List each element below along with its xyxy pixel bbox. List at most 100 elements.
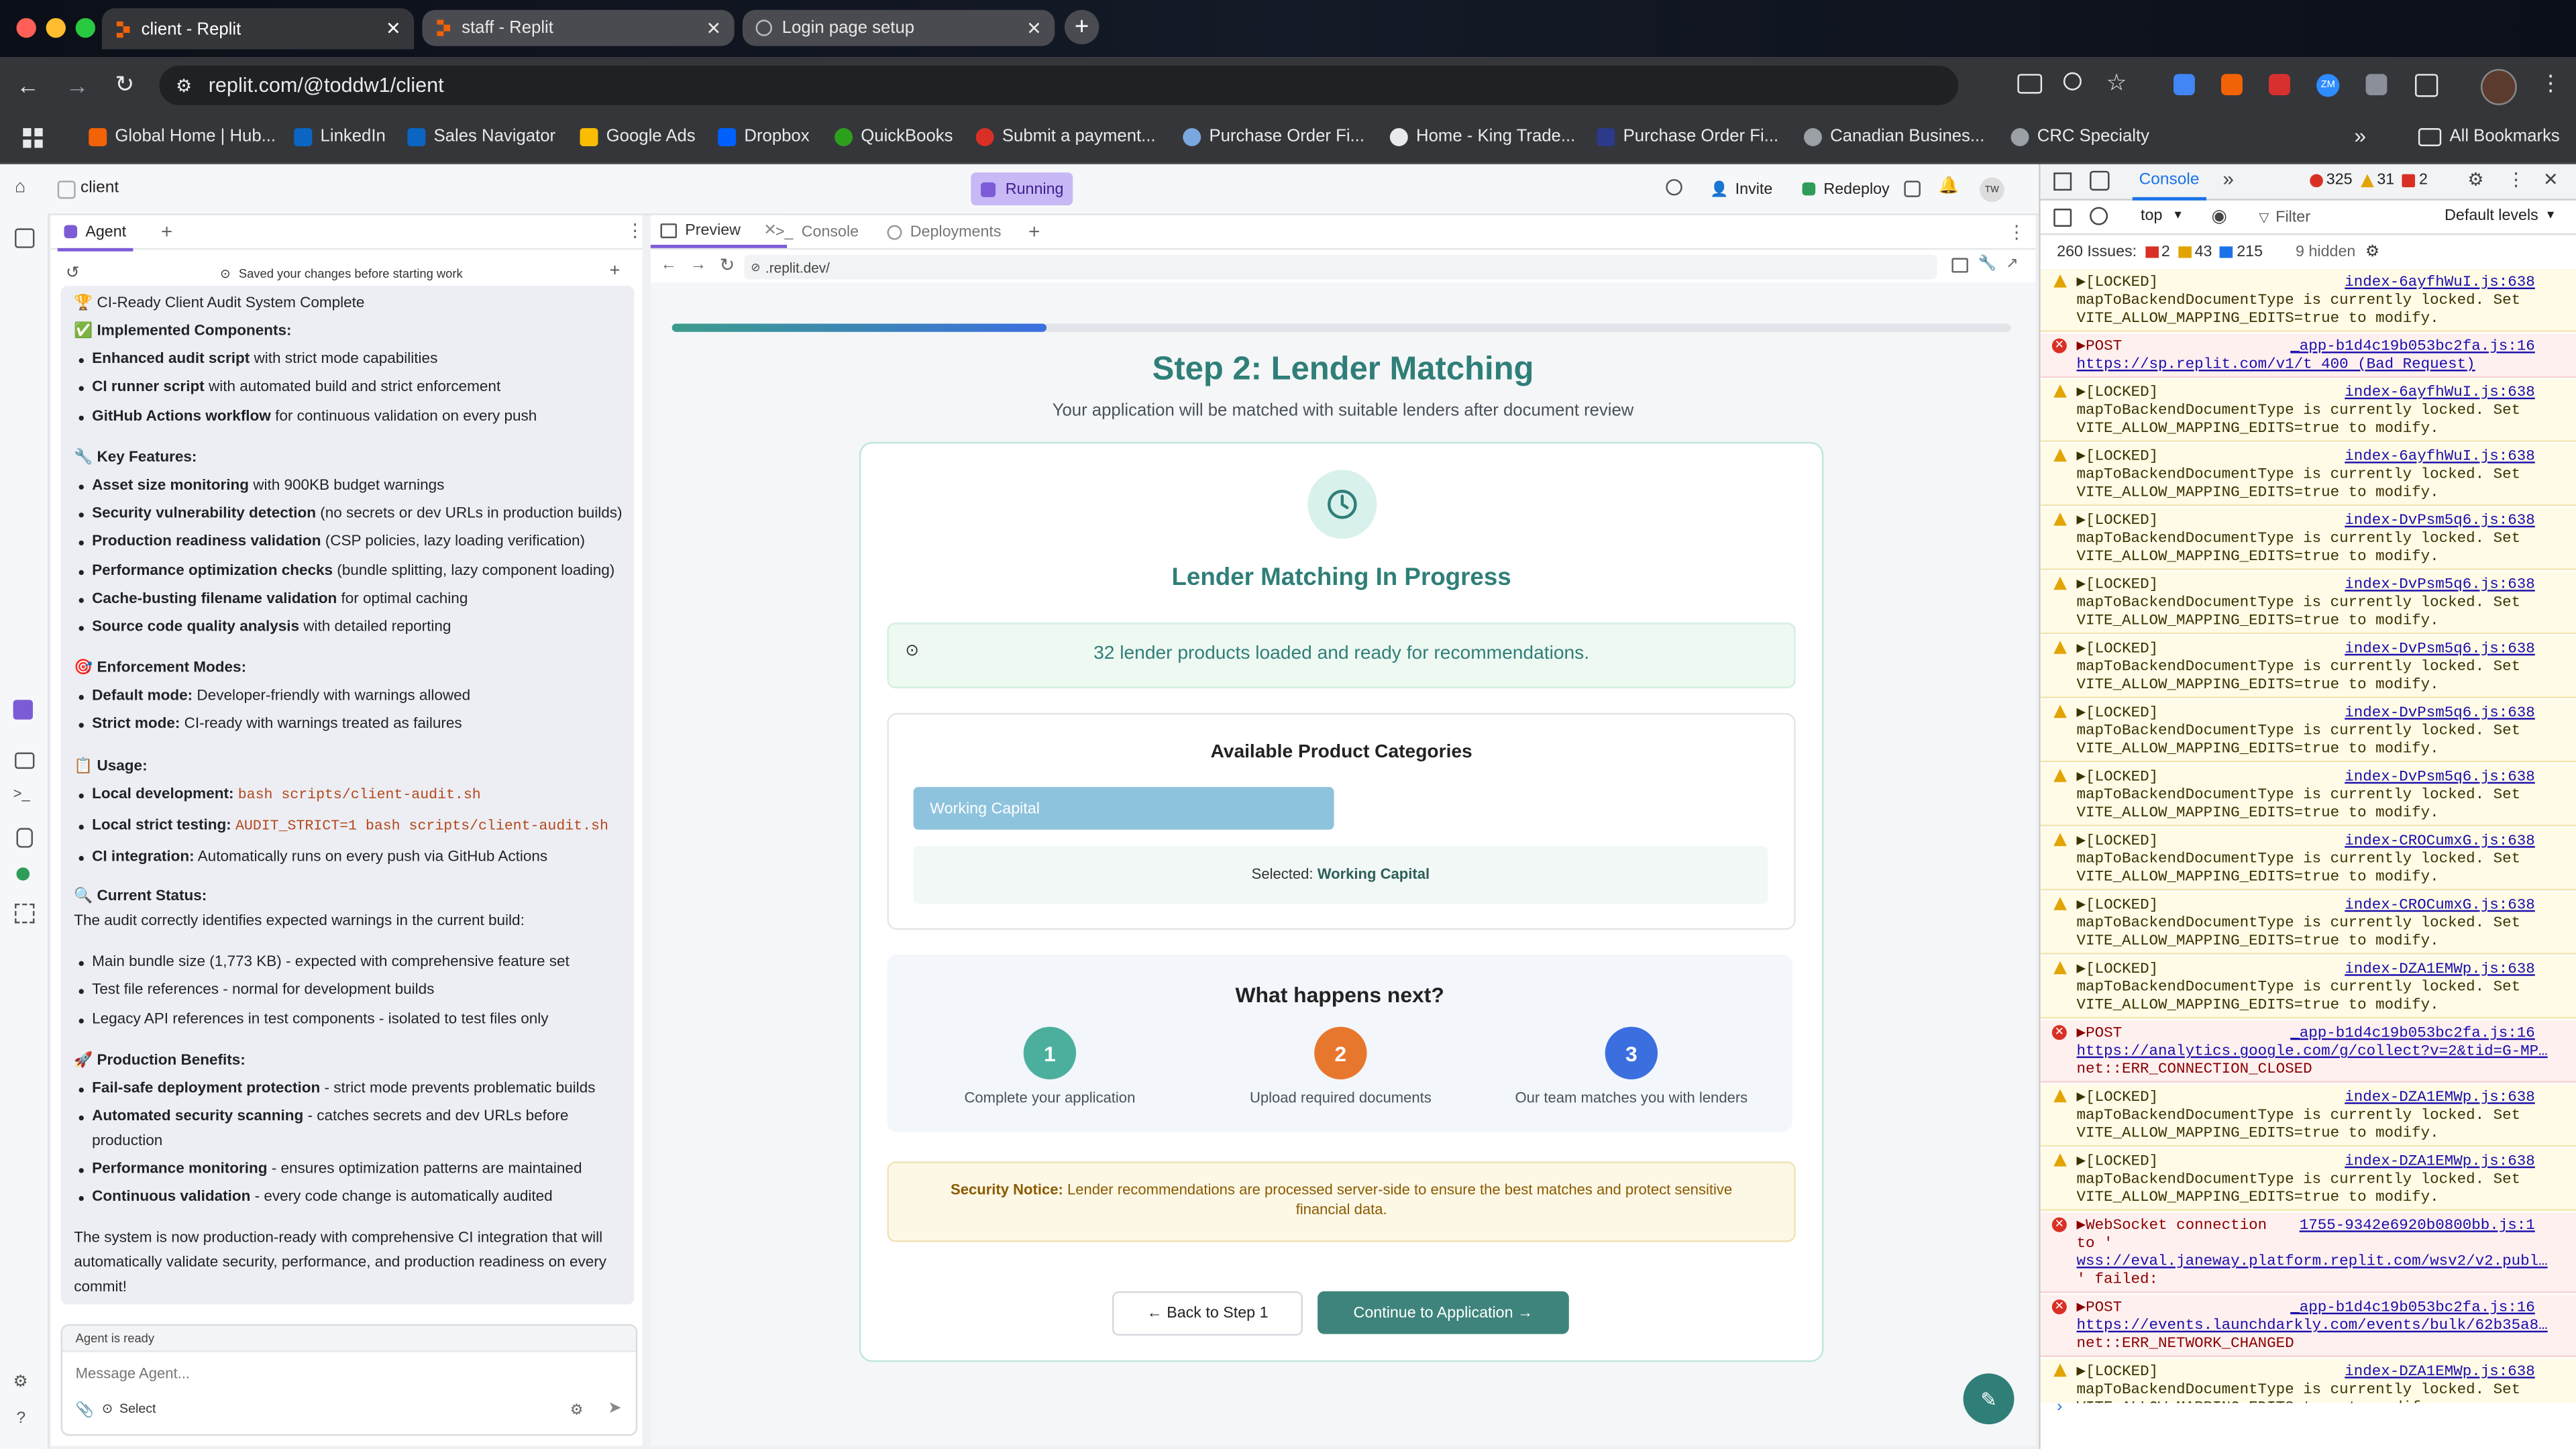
bookmark-sales-navigator[interactable]: Sales Navigator xyxy=(407,127,555,146)
issues-settings-icon[interactable]: ⚙ xyxy=(2365,243,2379,261)
close-window-button[interactable] xyxy=(16,17,36,38)
close-tab-icon[interactable]: ✕ xyxy=(706,17,722,38)
bookmark-king-trade[interactable]: Home - King Trade... xyxy=(1389,127,1575,146)
chrome-menu-icon[interactable]: ⋮ xyxy=(2540,70,2561,97)
chat-bubble-button[interactable]: ✎ xyxy=(1963,1373,2015,1425)
source-link[interactable]: _app-b1d4c19b053bc2fa.js:16 xyxy=(2290,1024,2535,1042)
devtools-menu-icon[interactable]: ⋮ xyxy=(2507,169,2525,191)
log-message-line[interactable]: wss://eval.janeway.platform.replit.com/w… xyxy=(2077,1252,2548,1270)
extension-icon[interactable] xyxy=(2365,74,2387,96)
omnibox[interactable]: ⚙ replit.com/@toddw1/client xyxy=(159,65,1959,105)
open-external-icon[interactable]: ↗ xyxy=(2006,255,2018,273)
back-to-step-1-button[interactable]: ← Back to Step 1 xyxy=(1112,1291,1303,1336)
maximize-window-button[interactable] xyxy=(75,17,96,38)
extensions-puzzle-icon[interactable] xyxy=(2415,74,2438,97)
pdf-extension-icon[interactable] xyxy=(2269,74,2290,96)
forward-icon[interactable]: → xyxy=(66,72,89,99)
history-icon[interactable]: ↺ xyxy=(66,264,80,282)
source-link[interactable]: index-6ayfhWuI.js:638 xyxy=(2345,447,2535,465)
console-prompt-icon[interactable]: › xyxy=(2057,1398,2062,1416)
tab-agent[interactable]: Agent xyxy=(57,215,133,252)
deploy-tool-icon[interactable] xyxy=(16,867,30,881)
console-warning-row[interactable]: ▶[LOCKED] index-DvPsm5q6.js:638 mapToBacke… xyxy=(2040,507,2576,570)
bookmark-submit-payment[interactable]: Submit a payment... xyxy=(975,127,1156,146)
agent-tool-icon[interactable] xyxy=(13,700,33,720)
bookmark-quickbooks[interactable]: QuickBooks xyxy=(835,127,953,146)
settings-gear-icon[interactable]: ⚙ xyxy=(13,1373,28,1391)
console-error-row[interactable]: ✕ ▶POST _app-b1d4c19b053bc2fa.js:16 https:/… xyxy=(2040,1294,2576,1357)
more-bookmarks-icon[interactable]: » xyxy=(2354,123,2366,148)
bookmark-global-home[interactable]: Global Home | Hub... xyxy=(89,127,276,146)
redeploy-button[interactable]: Redeploy xyxy=(1792,172,1900,205)
log-message-line[interactable]: https://events.launchdarkly.com/events/b… xyxy=(2077,1316,2548,1334)
clear-console-icon[interactable] xyxy=(2090,207,2108,225)
browser-tab-client[interactable]: client - Replit ✕ xyxy=(101,8,415,50)
console-warning-row[interactable]: ▶[LOCKED] index-CROCumxG.js:638 mapToBacke… xyxy=(2040,892,2576,955)
source-link[interactable]: index-DvPsm5q6.js:638 xyxy=(2345,575,2535,593)
console-error-row[interactable]: ✕ ▶WebSocket connection 1755-9342e6920b080… xyxy=(2040,1212,2576,1293)
log-levels-dropdown[interactable]: Default levels ▼ xyxy=(2445,207,2556,225)
devices-icon[interactable] xyxy=(1951,258,1968,273)
add-tab-icon[interactable]: + xyxy=(1028,220,1040,243)
console-warning-row[interactable]: ▶[LOCKED] index-6ayfhWuI.js:638 mapToBacke… xyxy=(2040,443,2576,506)
issues-bar[interactable]: 260 Issues: 2 43 215 9 hidden ⚙ xyxy=(2040,235,2576,272)
files-icon[interactable] xyxy=(15,228,35,248)
add-tab-icon[interactable]: + xyxy=(161,220,172,243)
help-icon[interactable]: ? xyxy=(16,1409,25,1428)
reload-icon[interactable]: ↻ xyxy=(115,70,134,99)
bookmark-dropbox[interactable]: Dropbox xyxy=(718,127,810,146)
repl-name[interactable]: client xyxy=(80,179,119,197)
back-icon[interactable]: ← xyxy=(660,256,676,274)
database-tool-icon[interactable] xyxy=(16,828,33,848)
bookmark-purchase-order-1[interactable]: Purchase Order Fi... xyxy=(1183,127,1364,146)
close-devtools-icon[interactable]: ✕ xyxy=(2543,169,2559,191)
context-selector[interactable]: top ▼ xyxy=(2141,207,2184,225)
search-icon[interactable] xyxy=(1666,178,1682,196)
console-warning-row[interactable]: ▶[LOCKED] index-DvPsm5q6.js:638 mapToBacke… xyxy=(2040,700,2576,763)
profile-avatar[interactable] xyxy=(2480,68,2517,105)
select-element-button[interactable]: ⊙ Select xyxy=(102,1401,156,1416)
pane-menu-icon[interactable]: ⋮ xyxy=(626,220,644,241)
source-link[interactable]: _app-b1d4c19b053bc2fa.js:16 xyxy=(2290,337,2535,355)
shell-tool-icon[interactable]: >_ xyxy=(13,786,30,802)
source-link[interactable]: index-DvPsm5q6.js:638 xyxy=(2345,639,2535,657)
source-link[interactable]: index-6ayfhWuI.js:638 xyxy=(2345,273,2535,291)
preview-tool-icon[interactable] xyxy=(15,752,35,769)
back-icon[interactable]: ← xyxy=(16,72,39,99)
attach-icon[interactable]: 📎 xyxy=(76,1401,94,1419)
source-link[interactable]: _app-b1d4c19b053bc2fa.js:16 xyxy=(2290,1298,2535,1316)
all-bookmarks[interactable]: All Bookmarks xyxy=(2418,127,2560,146)
sidebar-toggle-icon[interactable] xyxy=(2053,209,2072,227)
source-link[interactable]: index-CROCumxG.js:638 xyxy=(2345,896,2535,914)
console-warning-row[interactable]: ▶[LOCKED] index-DvPsm5q6.js:638 mapToBacke… xyxy=(2040,635,2576,698)
zoom-extension-icon[interactable]: ZM xyxy=(2316,74,2340,97)
run-status-button[interactable]: Running xyxy=(971,172,1074,206)
user-avatar[interactable]: TW xyxy=(1980,177,2004,203)
source-link[interactable]: index-DvPsm5q6.js:638 xyxy=(2345,511,2535,529)
console-warning-row[interactable]: ▶[LOCKED] index-DvPsm5q6.js:638 mapToBacke… xyxy=(2040,763,2576,826)
new-tab-button[interactable]: + xyxy=(1064,9,1099,45)
console-warning-row[interactable]: ▶[LOCKED] index-6ayfhWuI.js:638 mapToBacke… xyxy=(2040,269,2576,332)
forward-icon[interactable]: → xyxy=(690,256,706,274)
console-warning-row[interactable]: ▶[LOCKED] index-DZA1EMWp.js:638 mapToBacke… xyxy=(2040,956,2576,1019)
source-link[interactable]: index-DZA1EMWp.js:638 xyxy=(2345,1152,2535,1170)
console-warning-row[interactable]: ▶[LOCKED] index-6ayfhWuI.js:638 mapToBacke… xyxy=(2040,379,2576,442)
devtools-wrench-icon[interactable]: 🔧 xyxy=(1978,255,1996,273)
hubspot-extension-icon[interactable] xyxy=(2221,74,2243,96)
notification-bell-icon[interactable]: 🔔 xyxy=(1939,177,1959,195)
browser-tab-staff[interactable]: staff - Replit ✕ xyxy=(422,9,735,46)
console-filter-input[interactable]: ▽ Filter xyxy=(2259,205,2423,228)
log-message-line[interactable]: https://analytics.google.com/g/collect?v… xyxy=(2077,1042,2548,1060)
continue-to-application-button[interactable]: Continue to Application → xyxy=(1318,1291,1569,1334)
reload-icon[interactable]: ↻ xyxy=(720,255,735,276)
device-toolbar-icon[interactable] xyxy=(2090,170,2110,191)
devtools-tab-console[interactable]: Console xyxy=(2132,164,2206,201)
bookmark-canadian-business[interactable]: Canadian Busines... xyxy=(1804,127,1984,146)
minimize-window-button[interactable] xyxy=(46,17,66,38)
more-tabs-icon[interactable]: » xyxy=(2222,168,2233,191)
console-error-row[interactable]: ✕ ▶POST _app-b1d4c19b053bc2fa.js:16 https:/… xyxy=(2040,1020,2576,1083)
zoom-icon[interactable] xyxy=(2063,72,2082,91)
send-icon[interactable]: ➤ xyxy=(608,1400,622,1418)
source-link[interactable]: index-DZA1EMWp.js:638 xyxy=(2345,959,2535,977)
category-working-capital-button[interactable]: Working Capital xyxy=(913,787,1334,830)
